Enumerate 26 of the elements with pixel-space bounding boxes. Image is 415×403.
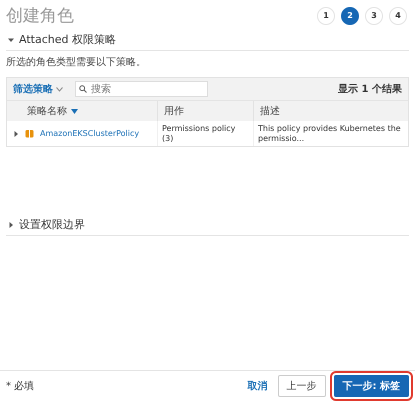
cancel-link[interactable]: 取消 bbox=[246, 376, 270, 396]
policy-link[interactable]: AmazonEKSClusterPolicy bbox=[40, 128, 140, 138]
step-indicator[interactable]: 2 bbox=[341, 6, 359, 24]
table-cell: This policy provides Kubernetes the permissio... bbox=[253, 121, 408, 146]
section-title[interactable]: 设置权限边界 bbox=[19, 217, 85, 232]
result-count: 显示 1 个结果 bbox=[338, 82, 402, 96]
column-header[interactable]: 用作 bbox=[164, 104, 184, 118]
column-header[interactable]: 策略名称 bbox=[27, 104, 67, 118]
caret-icon[interactable] bbox=[8, 36, 14, 42]
back-button[interactable]: 上一步 bbox=[278, 375, 326, 397]
chevron-icon[interactable] bbox=[56, 86, 63, 92]
section-description: 所选的角色类型需要以下策略。 bbox=[6, 56, 147, 69]
filter-dropdown[interactable]: 筛选策略 bbox=[13, 82, 63, 96]
expand-icon[interactable] bbox=[13, 130, 19, 137]
required-note: * 必填 bbox=[6, 380, 34, 393]
policy-icon bbox=[25, 129, 34, 138]
column-header[interactable]: 描述 bbox=[260, 104, 280, 118]
step-indicator[interactable]: 4 bbox=[389, 6, 407, 24]
section-title[interactable]: Attached 权限策略 bbox=[19, 32, 116, 47]
sort-icon[interactable] bbox=[71, 108, 78, 114]
table-cell: Permissions policy (3) bbox=[157, 121, 253, 146]
caret-icon[interactable] bbox=[8, 222, 14, 228]
page-title: 创建角色 bbox=[6, 5, 74, 27]
step-indicator[interactable]: 3 bbox=[365, 6, 383, 24]
search-field[interactable]: 搜索 bbox=[75, 81, 208, 97]
step-indicator[interactable]: 1 bbox=[317, 6, 335, 24]
